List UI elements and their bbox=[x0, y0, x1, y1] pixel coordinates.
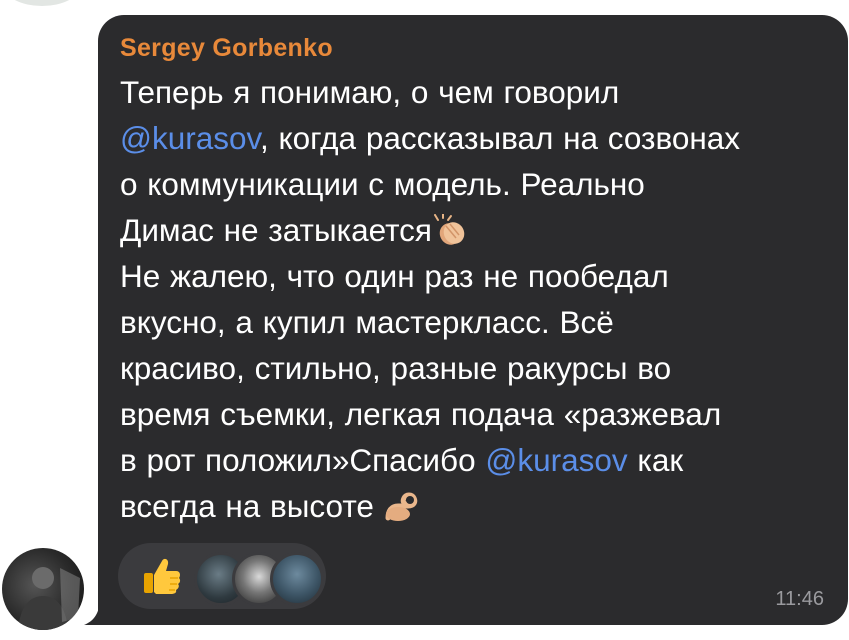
message-text: Теперь я понимаю, о чем говорил @kurasov… bbox=[120, 69, 828, 529]
message-line: время съемки, легкая подача «разжевал bbox=[120, 396, 722, 432]
mention-link[interactable]: @kurasov bbox=[485, 442, 627, 478]
message-line: вкусно, а купил мастеркласс. Всё bbox=[120, 304, 614, 340]
message-time: 11:46 bbox=[775, 588, 824, 610]
message-line: всегда на высоте bbox=[120, 483, 828, 529]
sender-name[interactable]: Sergey Gorbenko bbox=[120, 33, 828, 63]
thumbs-up-icon bbox=[144, 558, 181, 594]
message-line: Теперь я понимаю, о чем говорил bbox=[120, 74, 620, 110]
clapping-hands-icon bbox=[433, 214, 465, 245]
ok-hand-icon bbox=[385, 492, 417, 521]
message-line: о коммуникации с модель. Реально bbox=[120, 166, 645, 202]
message-line: Димас не затыкается bbox=[120, 207, 828, 253]
message-line: красиво, стильно, разные ракурсы во bbox=[120, 350, 672, 386]
reactor-avatar[interactable] bbox=[270, 552, 324, 606]
message-bubble[interactable]: Sergey Gorbenko Теперь я понимаю, о чем … bbox=[98, 15, 848, 625]
message-line: в рот положил»Спасибо @kurasov как bbox=[120, 442, 684, 478]
sender-avatar[interactable] bbox=[2, 548, 84, 630]
message-line: Не жалею, что один раз не пообедал bbox=[120, 258, 669, 294]
message-line: @kurasov, когда рассказывал на созвонах bbox=[120, 120, 741, 156]
reactions-pill[interactable] bbox=[118, 543, 326, 609]
mention-link[interactable]: @kurasov bbox=[120, 120, 260, 156]
previous-avatar[interactable] bbox=[4, 0, 80, 6]
